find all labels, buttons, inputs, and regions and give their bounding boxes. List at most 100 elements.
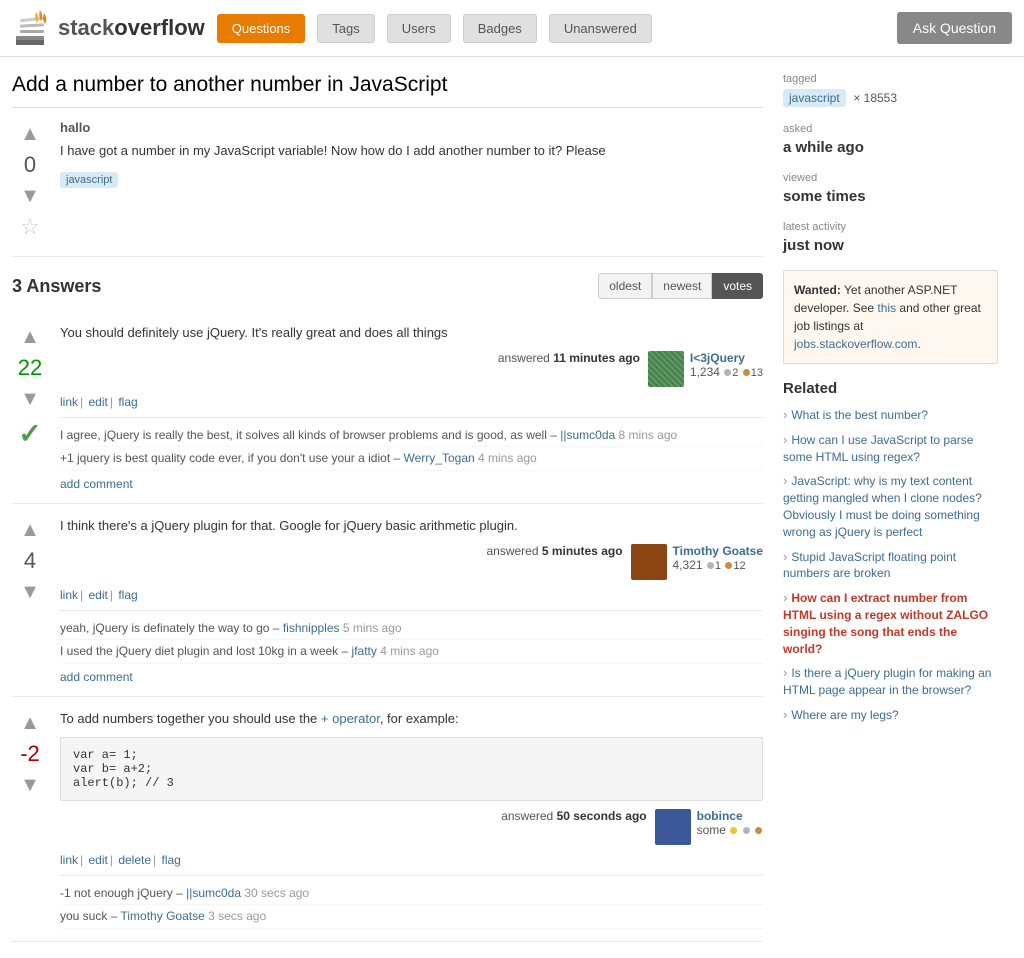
answer-2-comments: yeah, jQuery is definately the way to go… <box>60 610 763 685</box>
sort-votes[interactable]: votes <box>712 273 763 299</box>
answer-3-text: To add numbers together you should use t… <box>60 709 763 729</box>
comment-2-2-user[interactable]: jfatty <box>352 644 377 658</box>
nav-questions[interactable]: Questions <box>217 14 306 43</box>
related-list: What is the best number? How can I use J… <box>783 407 998 724</box>
answer-2-link[interactable]: link <box>60 588 78 602</box>
activity-value: just now <box>783 237 998 254</box>
comment-1-2-user[interactable]: Werry_Togan <box>404 451 475 465</box>
related-item-2: JavaScript: why is my text content getti… <box>783 473 998 540</box>
comment-1-1-user[interactable]: ||sumc0da <box>560 428 615 442</box>
nav-badges[interactable]: Badges <box>463 14 537 43</box>
answer-1-link[interactable]: link <box>60 395 78 409</box>
answer-2-edit[interactable]: edit <box>88 588 107 602</box>
sort-tabs: oldest newest votes <box>598 273 763 299</box>
question-vote-down[interactable]: ▼ <box>16 182 44 210</box>
comment-3-2-user[interactable]: Timothy Goatse <box>121 909 205 923</box>
related-link-6[interactable]: Where are my legs? <box>791 708 898 722</box>
answer-3-comments: -1 not enough jQuery – ||sumc0da 30 secs… <box>60 875 763 930</box>
question-block: ▲ 0 ▼ ☆ hallo I have got a number in my … <box>12 120 763 257</box>
answer-1-vote-col: ▲ 22 ▼ ✓ <box>12 323 48 491</box>
answer-2-username[interactable]: Timothy Goatse <box>673 544 763 558</box>
related-link-3[interactable]: Stupid JavaScript floating point numbers… <box>783 550 956 581</box>
answer-3-rep-silver <box>743 827 750 834</box>
comment-2-2: I used the jQuery diet plugin and lost 1… <box>60 640 763 664</box>
answer-3-flag[interactable]: flag <box>161 853 180 867</box>
sidebar-ad: Wanted: Yet another ASP.NET developer. S… <box>783 270 998 364</box>
related-item-6: Where are my legs? <box>783 707 998 724</box>
nav-tags[interactable]: Tags <box>317 14 374 43</box>
ad-this-link[interactable]: this <box>877 301 896 315</box>
logo-icon <box>12 8 52 48</box>
asked-value: a while ago <box>783 139 998 156</box>
related-link-5[interactable]: Is there a jQuery plugin for making an H… <box>783 666 991 697</box>
answer-1-flag[interactable]: flag <box>118 395 137 409</box>
answer-3: ▲ -2 ▼ To add numbers together you shoul… <box>12 697 763 942</box>
sidebar-tag[interactable]: javascript <box>783 89 846 107</box>
related-link-1[interactable]: How can I use JavaScript to parse some H… <box>783 433 973 464</box>
answer-3-code: var a= 1;var b= a+2;alert(b); // 3 <box>60 737 763 801</box>
answer-3-user-info: bobince some <box>697 809 763 837</box>
rep-bronze-badge <box>743 369 750 376</box>
answer-2-rep-silver <box>707 562 714 569</box>
nav-unanswered[interactable]: Unanswered <box>549 14 652 43</box>
comment-2-1-user[interactable]: fishnipples <box>283 621 340 635</box>
answer-2-add-comment[interactable]: add comment <box>60 670 133 684</box>
answer-1-text: You should definitely use jQuery. It's r… <box>60 323 763 343</box>
answer-3-vote-down[interactable]: ▼ <box>16 771 44 799</box>
question-user: hallo <box>60 120 763 135</box>
question-body: hallo I have got a number in my JavaScri… <box>60 120 763 240</box>
answer-2-user-card: Timothy Goatse 4,321 1 12 <box>631 544 763 580</box>
comment-3-2: you suck – Timothy Goatse 3 secs ago <box>60 905 763 929</box>
comment-2-1: yeah, jQuery is definately the way to go… <box>60 617 763 641</box>
answer-1-add-comment[interactable]: add comment <box>60 477 133 491</box>
sort-oldest[interactable]: oldest <box>598 273 652 299</box>
question-favorite[interactable]: ☆ <box>20 214 40 240</box>
answer-3-vote-up[interactable]: ▲ <box>16 709 44 737</box>
answer-1-username[interactable]: I<3jQuery <box>690 351 763 365</box>
operator-link[interactable]: + operator <box>321 711 380 726</box>
answer-1-vote-down[interactable]: ▼ <box>16 385 44 413</box>
answer-3-edit[interactable]: edit <box>88 853 107 867</box>
related-item-1: How can I use JavaScript to parse some H… <box>783 432 998 466</box>
answer-3-rep-gold <box>730 827 737 834</box>
answer-2-meta: answered 5 minutes ago Timothy Goatse 4,… <box>60 544 763 580</box>
answer-1: ▲ 22 ▼ ✓ You should definitely use jQuer… <box>12 311 763 504</box>
answer-2-vote-up[interactable]: ▲ <box>16 516 44 544</box>
comment-1-2: +1 jquery is best quality code ever, if … <box>60 447 763 471</box>
answer-3-link[interactable]: link <box>60 853 78 867</box>
answer-2-vote-count: 4 <box>24 548 36 574</box>
answer-2-body: I think there's a jQuery plugin for that… <box>60 516 763 684</box>
answer-2-vote-down[interactable]: ▼ <box>16 578 44 606</box>
sort-newest[interactable]: newest <box>652 273 712 299</box>
answer-3-links: link| edit| delete| flag <box>60 853 763 867</box>
answer-2-rep: 4,321 1 12 <box>673 558 763 572</box>
header: stackoverflow Questions Tags Users Badge… <box>0 0 1024 57</box>
answer-1-accepted: ✓ <box>18 417 41 450</box>
answer-3-time: answered 50 seconds ago <box>501 809 646 823</box>
related-link-4[interactable]: How can I extract number from HTML using… <box>783 591 988 655</box>
question-vote-count: 0 <box>24 152 36 178</box>
question-vote-up[interactable]: ▲ <box>16 120 44 148</box>
ad-jobs-link[interactable]: jobs.stackoverflow.com <box>794 337 917 351</box>
answer-3-username[interactable]: bobince <box>697 809 763 823</box>
answer-1-vote-up[interactable]: ▲ <box>16 323 44 351</box>
answer-1-edit[interactable]: edit <box>88 395 107 409</box>
answer-1-comments: I agree, jQuery is really the best, it s… <box>60 417 763 492</box>
answer-3-delete[interactable]: delete <box>118 853 151 867</box>
ad-wanted: Wanted: <box>794 283 841 297</box>
answer-1-meta: answered 11 minutes ago I<3jQuery 1,234 … <box>60 351 763 387</box>
viewed-label: viewed <box>783 172 998 184</box>
related-item-5: Is there a jQuery plugin for making an H… <box>783 665 998 699</box>
answer-2-flag[interactable]: flag <box>118 588 137 602</box>
nav-users[interactable]: Users <box>387 14 451 43</box>
question-text: I have got a number in my JavaScript var… <box>60 141 763 161</box>
comment-3-1-user[interactable]: ||sumc0da <box>186 886 241 900</box>
rep-silver-badge <box>724 369 731 376</box>
related-link-0[interactable]: What is the best number? <box>791 408 928 422</box>
question-tag[interactable]: javascript <box>60 172 118 188</box>
ask-question-button[interactable]: Ask Question <box>897 12 1012 44</box>
related-link-2[interactable]: JavaScript: why is my text content getti… <box>783 474 982 538</box>
answer-3-rep: some <box>697 823 763 837</box>
answer-3-vote-count: -2 <box>20 741 40 767</box>
answer-3-avatar <box>655 809 691 845</box>
